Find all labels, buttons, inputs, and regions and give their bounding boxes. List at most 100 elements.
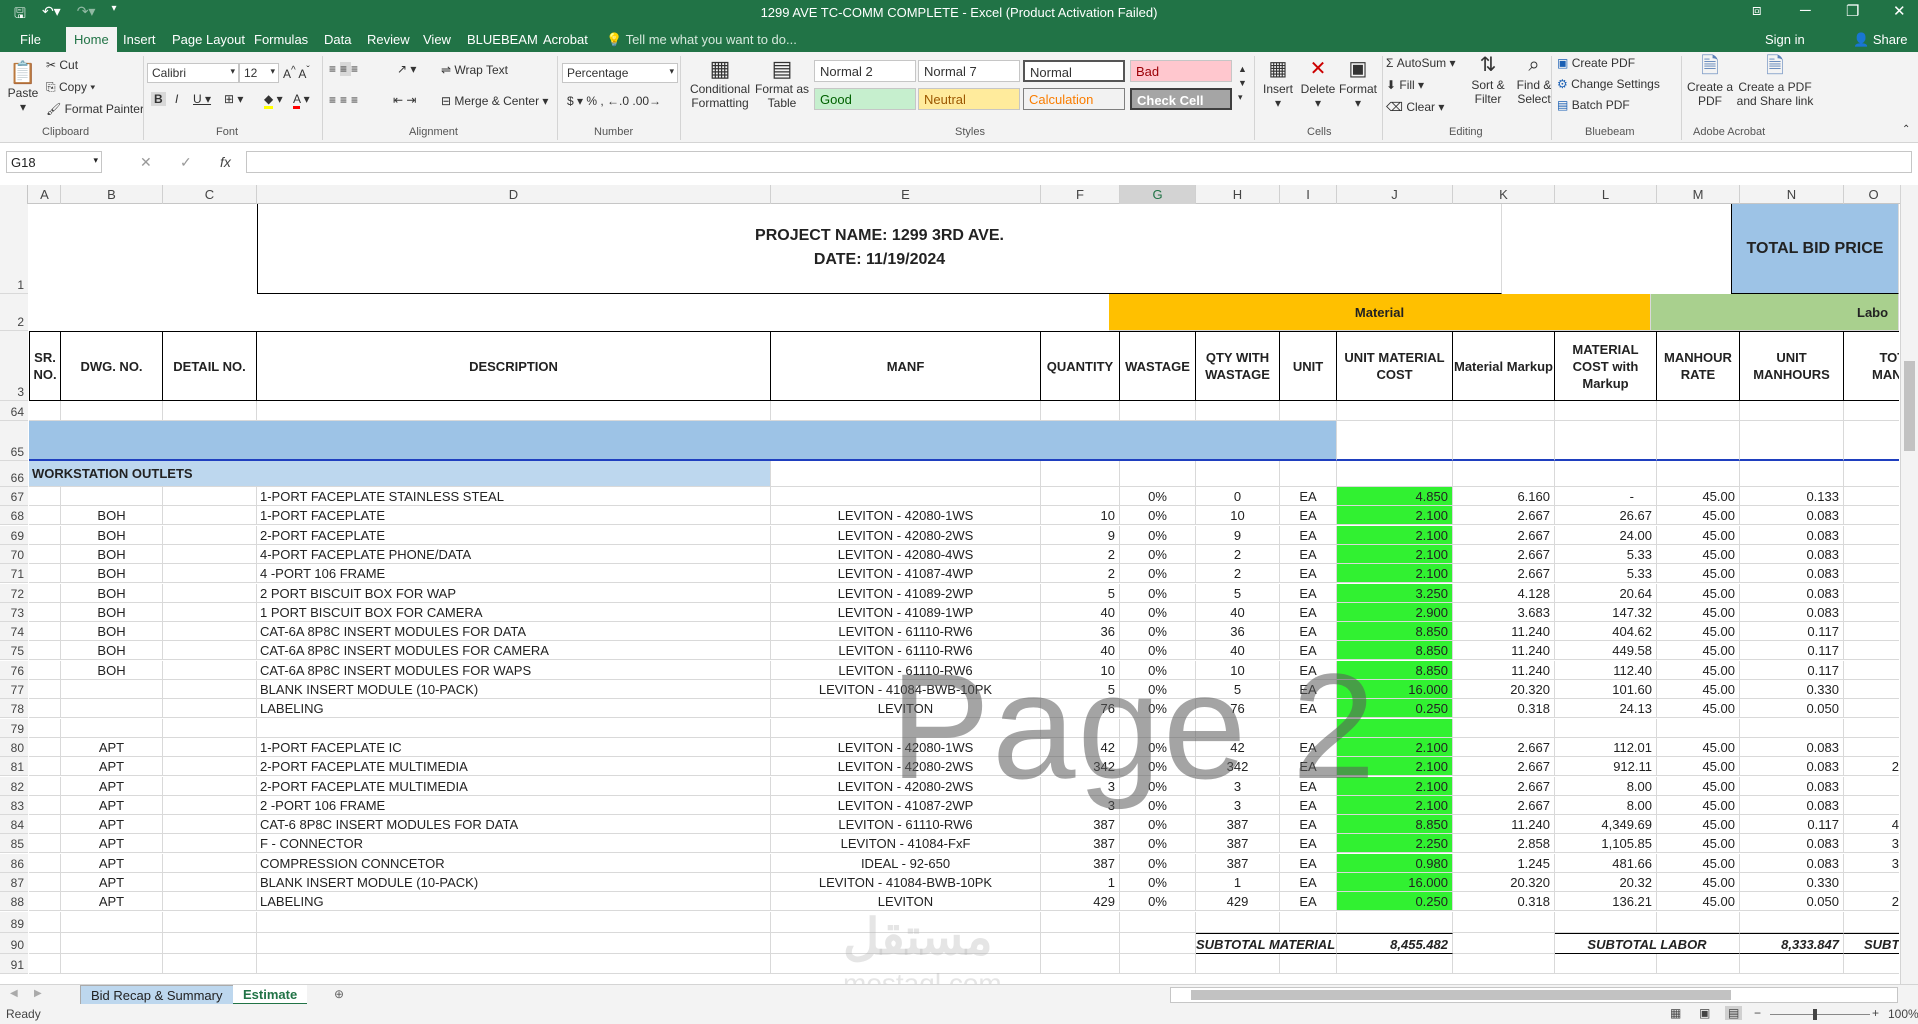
conditional-formatting-button[interactable]: ▦ Conditional Formatting (688, 56, 752, 110)
unit-material-cost-cell[interactable]: 2.100$ (1337, 796, 1453, 815)
manufacturer-cell[interactable]: LEVITON - 42080-4WS (771, 545, 1041, 564)
cell[interactable] (163, 738, 257, 757)
cell[interactable] (1196, 954, 1280, 974)
ribbon-display-icon[interactable]: ⧈ (1752, 2, 1762, 19)
cell[interactable] (1453, 912, 1555, 933)
cell[interactable] (1844, 719, 1899, 738)
cell[interactable] (61, 912, 163, 933)
total-manhours-cell[interactable] (1844, 641, 1899, 660)
horizontal-align-icons[interactable]: ≡≡≡ (329, 93, 362, 107)
cell[interactable] (257, 933, 771, 954)
material-cost-markup-cell[interactable]: 4,349.69$ (1555, 815, 1657, 834)
wrap-text-button[interactable]: ⇌ Wrap Text (441, 63, 508, 77)
manhour-rate-cell[interactable]: 45.00$ (1657, 854, 1740, 873)
unit-material-cost-cell[interactable]: 0.250$ (1337, 699, 1453, 718)
cell[interactable] (1740, 912, 1844, 933)
cancel-icon[interactable]: ✕ (140, 154, 152, 171)
tab-insert[interactable]: Insert (123, 32, 156, 47)
unit-manhours-cell[interactable]: 0.083 (1740, 834, 1844, 853)
fill-color-icon[interactable]: ◆ ▾ (264, 92, 283, 109)
description-cell[interactable]: BLANK INSERT MODULE (10-PACK) (257, 680, 771, 699)
manhour-rate-cell[interactable]: 45.00$ (1657, 777, 1740, 796)
unit-cell[interactable]: EA (1280, 661, 1337, 680)
total-manhours-cell[interactable]: 3 (1844, 854, 1899, 873)
zoom-out-icon[interactable]: − (1754, 1006, 1761, 1020)
cell[interactable] (1844, 421, 1899, 461)
material-markup-cell[interactable]: 11.240$ (1453, 661, 1555, 680)
unit-manhours-cell[interactable]: 0.117 (1740, 641, 1844, 660)
qty-with-wastage-cell[interactable]: 0 (1196, 487, 1280, 506)
description-cell[interactable]: CAT-6A 8P8C INSERT MODULES FOR CAMERA (257, 641, 771, 660)
dwg-no-cell[interactable]: BOH (61, 545, 163, 564)
add-sheet-icon[interactable]: ⊕ (334, 987, 344, 1001)
cell[interactable] (29, 526, 61, 545)
cell[interactable] (61, 954, 163, 974)
dwg-no-cell[interactable]: APT (61, 834, 163, 853)
cell[interactable] (1844, 461, 1899, 487)
qty-with-wastage-cell[interactable]: 429 (1196, 892, 1280, 911)
cell[interactable] (163, 506, 257, 525)
cell[interactable] (163, 796, 257, 815)
wastage-cell[interactable]: 0% (1120, 854, 1196, 873)
cell[interactable] (1041, 933, 1120, 954)
vertical-align-icons[interactable]: ≡≡≡ (329, 62, 362, 76)
manhour-rate-cell[interactable]: 45.00$ (1657, 564, 1740, 583)
material-cost-markup-cell[interactable]: 26.67$ (1555, 506, 1657, 525)
unit-material-cost-cell[interactable]: 2.100$ (1337, 757, 1453, 776)
wastage-cell[interactable]: 0% (1120, 815, 1196, 834)
unit-manhours-cell[interactable]: 0.083 (1740, 738, 1844, 757)
cell[interactable] (29, 680, 61, 699)
dwg-no-cell[interactable] (61, 487, 163, 506)
row-header[interactable]: 70 (0, 545, 28, 564)
material-markup-cell[interactable]: 2.858$ (1453, 834, 1555, 853)
quantity-cell[interactable]: 3 (1041, 796, 1120, 815)
wastage-cell[interactable]: 0% (1120, 584, 1196, 603)
formula-input[interactable] (246, 151, 1912, 173)
manhour-rate-cell[interactable]: 45.00$ (1657, 815, 1740, 834)
cell[interactable] (29, 603, 61, 622)
minimize-icon[interactable]: ─ (1800, 2, 1811, 19)
wastage-cell[interactable]: 0% (1120, 738, 1196, 757)
row-header[interactable]: 64 (0, 401, 28, 421)
unit-manhours-cell[interactable]: 0.083 (1740, 854, 1844, 873)
wastage-cell[interactable]: 0% (1120, 873, 1196, 892)
manhour-rate-cell[interactable]: 45.00$ (1657, 661, 1740, 680)
cell[interactable] (1453, 719, 1555, 738)
manhour-rate-cell[interactable]: 45.00$ (1657, 526, 1740, 545)
zoom-level[interactable]: 100% (1888, 1007, 1918, 1021)
cell[interactable] (1453, 954, 1555, 974)
total-manhours-cell[interactable] (1844, 526, 1899, 545)
material-markup-cell[interactable]: 20.320$ (1453, 680, 1555, 699)
tab-page-layout[interactable]: Page Layout (172, 32, 245, 47)
cut-button[interactable]: ✂ Cut (46, 58, 78, 72)
unit-cell[interactable]: EA (1280, 641, 1337, 660)
cell[interactable] (29, 699, 61, 718)
unit-cell[interactable]: EA (1280, 622, 1337, 641)
cell[interactable] (29, 506, 61, 525)
cell[interactable] (1337, 912, 1453, 933)
material-cost-markup-cell[interactable]: 20.64$ (1555, 584, 1657, 603)
cell[interactable] (1740, 461, 1844, 487)
page-layout-view-icon[interactable]: ▣ (1699, 1006, 1710, 1020)
unit-material-cost-cell[interactable]: 8.850$ (1337, 641, 1453, 660)
cell[interactable] (163, 757, 257, 776)
cell[interactable] (61, 719, 163, 738)
material-cost-markup-cell[interactable]: 24.13$ (1555, 699, 1657, 718)
qty-with-wastage-cell[interactable]: 40 (1196, 603, 1280, 622)
qty-with-wastage-cell[interactable]: 342 (1196, 757, 1280, 776)
borders-icon[interactable]: ⊞ ▾ (224, 92, 243, 106)
format-cells-button[interactable]: ▣ Format ▾ (1338, 56, 1378, 110)
manhour-rate-cell[interactable]: 45.00$ (1657, 892, 1740, 911)
manhour-rate-cell[interactable]: 45.00$ (1657, 680, 1740, 699)
cell[interactable] (29, 854, 61, 873)
manhour-rate-cell[interactable]: 45.00$ (1657, 506, 1740, 525)
wastage-cell[interactable]: 0% (1120, 545, 1196, 564)
row-header[interactable]: 82 (0, 777, 28, 796)
total-manhours-cell[interactable] (1844, 777, 1899, 796)
cell[interactable] (29, 584, 61, 603)
material-cost-markup-cell[interactable]: 112.40$ (1555, 661, 1657, 680)
manufacturer-cell[interactable]: LEVITON - 42080-2WS (771, 777, 1041, 796)
dwg-no-cell[interactable]: APT (61, 777, 163, 796)
cell[interactable] (1041, 401, 1120, 421)
cell[interactable] (29, 622, 61, 641)
